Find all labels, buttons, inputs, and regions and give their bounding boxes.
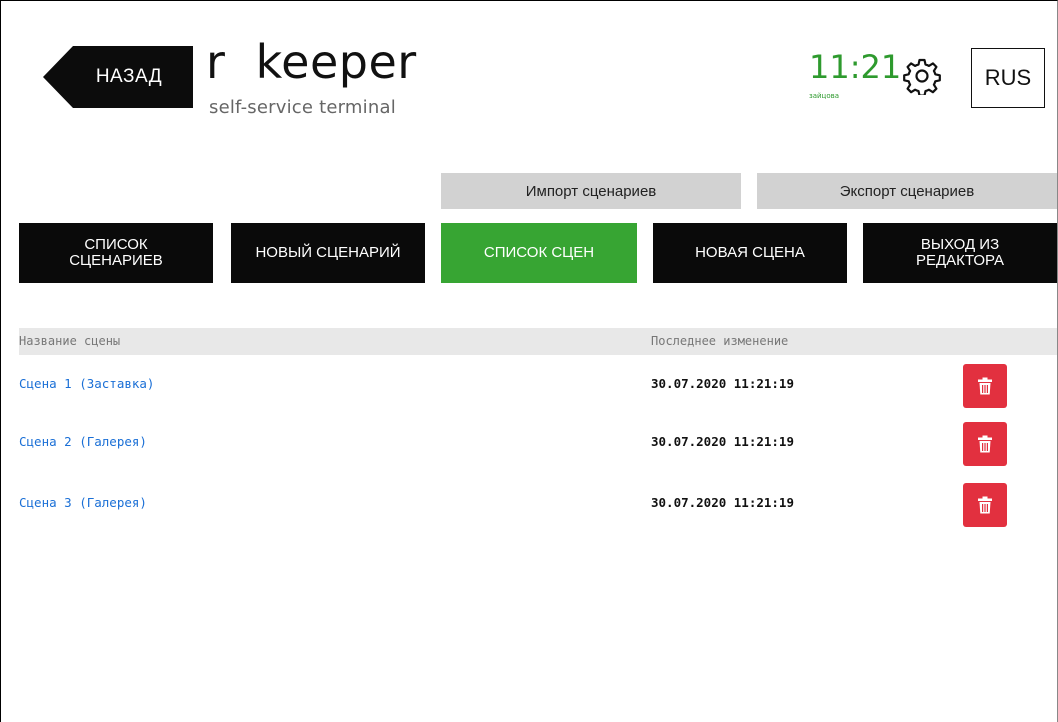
clock-subtext: зайцова — [809, 92, 840, 100]
table-row: Сцена 1 (Заставка) 30.07.2020 11:21:19 — [19, 356, 1057, 414]
export-scenarios-button[interactable]: Экспорт сценариев — [757, 173, 1057, 209]
scene-name-link[interactable]: Сцена 2 (Галерея) — [19, 434, 147, 449]
logo-title: r keeper — [206, 35, 417, 89]
scene-modified-date: 30.07.2020 11:21:19 — [651, 495, 794, 510]
table-row: Сцена 3 (Галерея) 30.07.2020 11:21:19 — [19, 475, 1057, 533]
clock-time: 11:21 — [809, 48, 902, 86]
scene-modified-date: 30.07.2020 11:21:19 — [651, 434, 794, 449]
tab-new-scenario[interactable]: НОВЫЙ СЦЕНАРИЙ — [231, 223, 425, 283]
import-scenarios-button[interactable]: Импорт сценариев — [441, 173, 741, 209]
column-header-name: Название сцены — [19, 334, 121, 348]
trash-icon — [978, 496, 992, 514]
scene-modified-date: 30.07.2020 11:21:19 — [651, 376, 794, 391]
back-button[interactable]: НАЗАД — [43, 46, 193, 108]
scene-name-link[interactable]: Сцена 1 (Заставка) — [19, 376, 154, 391]
language-button[interactable]: RUS — [971, 48, 1045, 108]
delete-scene-button[interactable] — [963, 483, 1007, 527]
table-header: Название сцены Последнее изменение — [19, 328, 1057, 355]
tab-scene-list[interactable]: СПИСОК СЦЕН — [441, 223, 637, 283]
gear-icon-svg — [903, 58, 941, 97]
column-header-modified: Последнее изменение — [651, 334, 789, 348]
delete-scene-button[interactable] — [963, 364, 1007, 408]
tab-scenario-list[interactable]: СПИСОК СЦЕНАРИЕВ — [19, 223, 213, 283]
gear-icon[interactable] — [903, 57, 941, 97]
tab-exit-editor[interactable]: ВЫХОД ИЗ РЕДАКТОРА — [863, 223, 1057, 283]
scene-name-link[interactable]: Сцена 3 (Галерея) — [19, 495, 147, 510]
trash-icon — [978, 377, 992, 395]
table-row: Сцена 2 (Галерея) 30.07.2020 11:21:19 — [19, 414, 1057, 472]
tab-new-scene[interactable]: НОВАЯ СЦЕНА — [653, 223, 847, 283]
logo-subtitle: self-service terminal — [209, 97, 396, 118]
trash-icon — [978, 435, 992, 453]
delete-scene-button[interactable] — [963, 422, 1007, 466]
app-frame: НАЗАД r keeper self-service terminal 11:… — [0, 0, 1058, 722]
